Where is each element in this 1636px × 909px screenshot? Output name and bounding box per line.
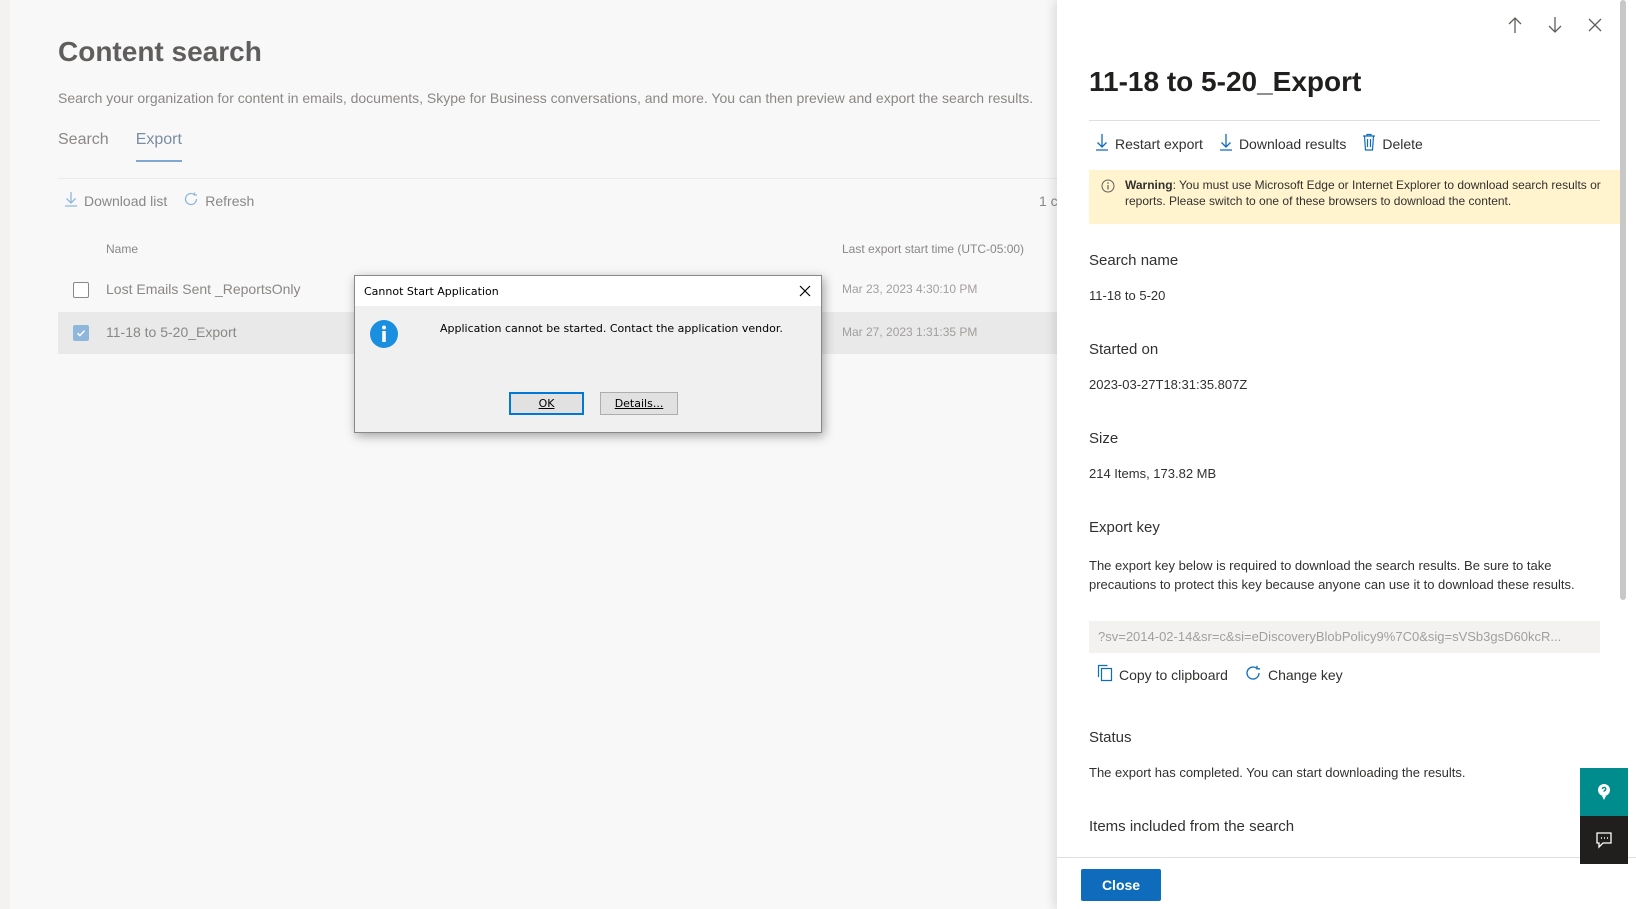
download-results-button[interactable]: Download results xyxy=(1219,133,1346,154)
checkmark-icon xyxy=(76,330,86,337)
size-value: 214 Items, 173.82 MB xyxy=(1089,466,1217,481)
download-icon xyxy=(64,191,78,210)
copy-icon xyxy=(1097,664,1113,685)
divider xyxy=(1057,857,1636,858)
page-subtitle: Search your organization for content in … xyxy=(58,90,1034,106)
column-header-name[interactable]: Name xyxy=(106,242,138,256)
row-checkbox[interactable] xyxy=(73,325,89,341)
search-name-value: 11-18 to 5-20 xyxy=(1089,288,1166,303)
ok-label: OK xyxy=(538,397,555,410)
restart-export-button[interactable]: Restart export xyxy=(1095,133,1203,154)
row-name: 11-18 to 5-20_Export xyxy=(106,324,237,340)
tab-list: Search Export xyxy=(58,131,182,162)
warning-banner: Warning: You must use Microsoft Edge or … xyxy=(1089,170,1626,224)
close-button[interactable]: Close xyxy=(1081,869,1161,901)
warning-text: : You must use Microsoft Edge or Interne… xyxy=(1125,178,1601,208)
dialog-titlebar: Cannot Start Application xyxy=(355,276,821,306)
item-count: 1 c xyxy=(1039,193,1058,209)
warning-label: Warning xyxy=(1125,178,1173,192)
export-key-description: The export key below is required to down… xyxy=(1089,558,1575,592)
details-button[interactable]: Details... xyxy=(600,392,678,415)
details-panel: 11-18 to 5-20_Export Restart export Down… xyxy=(1057,0,1636,909)
status-value: The export has completed. You can start … xyxy=(1089,765,1466,780)
size-label: Size xyxy=(1089,430,1119,447)
tab-export[interactable]: Export xyxy=(135,131,182,162)
divider xyxy=(1089,120,1600,121)
info-icon xyxy=(369,319,399,353)
ok-button[interactable]: OK xyxy=(509,392,584,415)
close-panel-button[interactable] xyxy=(1582,12,1608,38)
search-name-label: Search name xyxy=(1089,252,1179,269)
dialog-title: Cannot Start Application xyxy=(364,285,499,298)
started-on-label: Started on xyxy=(1089,341,1159,358)
trash-icon xyxy=(1362,133,1376,154)
next-item-button[interactable] xyxy=(1542,12,1568,38)
restart-export-label: Restart export xyxy=(1115,135,1203,152)
close-icon xyxy=(1588,18,1602,32)
download-list-label: Download list xyxy=(84,192,168,209)
delete-button[interactable]: Delete xyxy=(1362,133,1423,154)
previous-item-button[interactable] xyxy=(1502,12,1528,38)
row-name: Lost Emails Sent _ReportsOnly xyxy=(106,281,301,297)
download-icon xyxy=(1095,133,1109,154)
cannot-start-application-dialog: Cannot Start Application Application can… xyxy=(354,275,822,433)
left-nav-strip xyxy=(0,0,10,909)
refresh-icon xyxy=(1244,664,1262,685)
panel-command-bar: Restart export Download results Delete xyxy=(1095,133,1423,154)
close-icon xyxy=(799,285,811,297)
download-list-button[interactable]: Download list xyxy=(64,191,167,210)
status-label: Status xyxy=(1089,729,1132,746)
started-on-value: 2023-03-27T18:31:35.807Z xyxy=(1089,377,1248,392)
arrow-up-icon xyxy=(1508,17,1522,33)
export-key-commands: Copy to clipboard Change key xyxy=(1097,664,1343,685)
copy-to-clipboard-button[interactable]: Copy to clipboard xyxy=(1097,664,1228,685)
divider xyxy=(58,178,1057,179)
panel-navigation xyxy=(1502,12,1608,38)
download-icon xyxy=(1219,133,1233,154)
panel-title: 11-18 to 5-20_Export xyxy=(1089,66,1362,97)
page-title: Content search xyxy=(58,36,262,67)
panel-scrollbar[interactable] xyxy=(1620,0,1626,600)
info-icon xyxy=(1101,179,1115,197)
change-key-label: Change key xyxy=(1267,666,1343,683)
refresh-icon xyxy=(183,191,199,210)
export-key-field[interactable]: ?sv=2014-02-14&sr=c&si=eDiscoveryBlobPol… xyxy=(1089,621,1600,653)
column-header-last-export[interactable]: Last export start time (UTC-05:00) xyxy=(842,242,1024,256)
row-checkbox[interactable] xyxy=(73,282,89,298)
row-date: Mar 27, 2023 1:31:35 PM xyxy=(842,325,978,339)
change-key-button[interactable]: Change key xyxy=(1244,664,1343,685)
command-bar: Download list Refresh xyxy=(64,191,254,210)
refresh-button[interactable]: Refresh xyxy=(183,191,254,210)
dialog-close-button[interactable] xyxy=(795,281,815,301)
help-button[interactable] xyxy=(1580,768,1628,816)
copy-to-clipboard-label: Copy to clipboard xyxy=(1119,666,1228,683)
delete-label: Delete xyxy=(1382,135,1423,152)
help-icon xyxy=(1598,784,1610,800)
refresh-label: Refresh xyxy=(205,192,255,209)
tab-search[interactable]: Search xyxy=(58,131,109,162)
download-results-label: Download results xyxy=(1238,135,1347,152)
feedback-button[interactable] xyxy=(1580,816,1628,864)
arrow-down-icon xyxy=(1548,17,1562,33)
items-included-label: Items included from the search xyxy=(1089,818,1295,835)
dialog-message: Application cannot be started. Contact t… xyxy=(440,322,783,335)
row-date: Mar 23, 2023 4:30:10 PM xyxy=(842,282,978,296)
feedback-icon xyxy=(1596,832,1612,849)
details-label: Details... xyxy=(614,397,664,410)
export-key-label: Export key xyxy=(1089,519,1160,536)
